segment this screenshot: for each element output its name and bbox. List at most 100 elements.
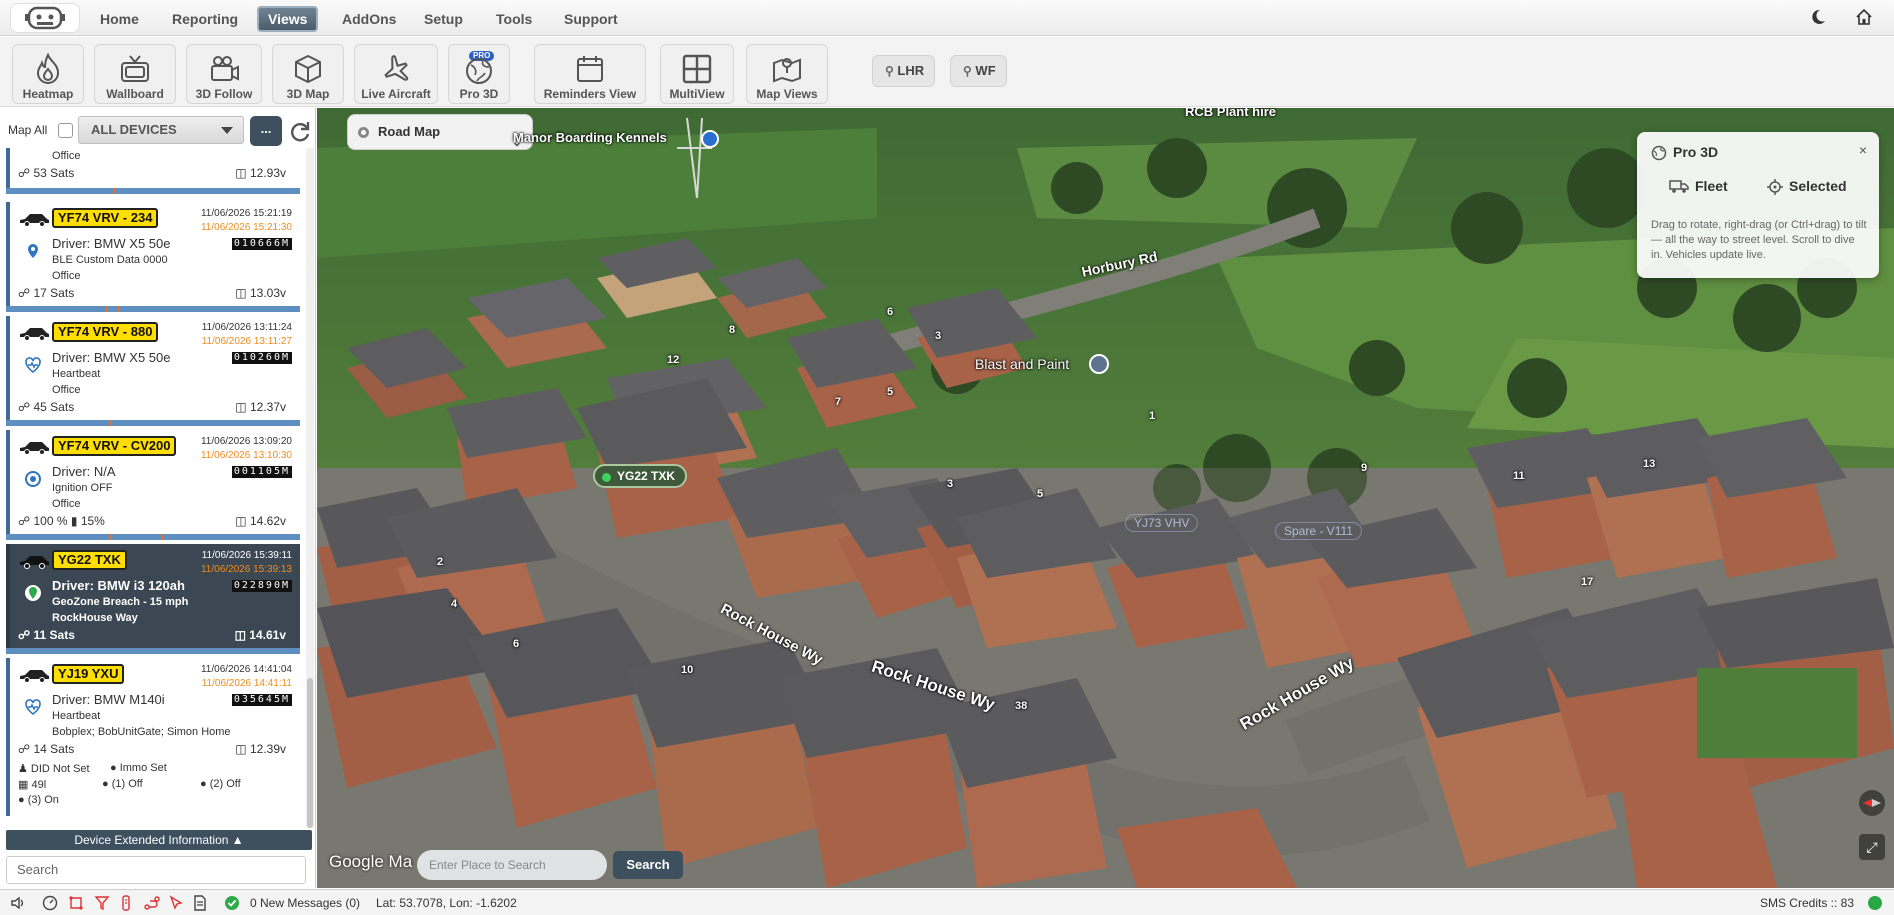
input-dot-icon: ●	[18, 794, 28, 806]
driver-name: Driver: BMW X5 50e	[52, 350, 171, 365]
live-aircraft-button[interactable]: Live Aircraft	[354, 44, 438, 104]
geozone-icon	[25, 585, 41, 601]
house-number: 13	[1643, 458, 1656, 470]
multiview-button[interactable]: MultiView	[660, 44, 734, 104]
did-status: ♟ DID Not Set	[18, 763, 90, 775]
device-progress-bar	[6, 306, 300, 312]
device-extended-info-toggle[interactable]: Device Extended Information ▲	[6, 830, 312, 850]
immobiliser-status: ● Immo Set	[110, 762, 167, 774]
car-icon	[20, 556, 49, 569]
ext-info-label: Device Extended Information	[74, 833, 229, 847]
fleet-button[interactable]: Fleet	[1669, 178, 1728, 194]
location-wf-button[interactable]: ⚲ WF	[950, 55, 1007, 87]
nav-setup[interactable]: Setup	[418, 6, 469, 32]
received-time: 11/06/2026 13:11:27	[201, 336, 292, 347]
device-filter-row: Map All ALL DEVICES ...	[0, 114, 316, 146]
vehicle-marker-faded[interactable]: YJ73 VHV	[1125, 514, 1199, 532]
more-options-button[interactable]: ...	[250, 116, 282, 146]
device-search-input[interactable]: Search	[6, 856, 306, 884]
device-card[interactable]: YJ19 YXU 11/06/2026 14:41:04 11/06/2026 …	[6, 658, 300, 816]
poi-lock-icon[interactable]	[701, 130, 719, 148]
ignition-off-icon	[25, 471, 41, 487]
moon-icon[interactable]	[1808, 8, 1828, 28]
last-update-time: 11/06/2026 14:41:04	[200, 664, 292, 675]
speaker-icon[interactable]	[10, 895, 26, 911]
house-number: 3	[947, 478, 954, 490]
home-icon[interactable]	[1854, 8, 1874, 28]
device-group-select[interactable]: ALL DEVICES	[78, 116, 244, 144]
messages-status[interactable]: 0 New Messages (0)	[250, 896, 360, 910]
device-card-partial[interactable]: Office ☍ 53 Sats ◫ 12.93v	[6, 148, 300, 194]
filter-icon[interactable]	[94, 895, 110, 911]
car-icon	[20, 328, 49, 341]
device-event: Ignition OFF	[52, 482, 113, 494]
selected-button[interactable]: Selected	[1767, 178, 1847, 195]
wallboard-button[interactable]: Wallboard	[94, 44, 176, 104]
device-card-selected[interactable]: YG22 TXK 11/06/2026 15:39:11 11/06/2026 …	[6, 544, 300, 654]
odometer: 010666M	[231, 238, 292, 250]
nav-tools[interactable]: Tools	[490, 6, 538, 32]
device-progress-bar	[6, 648, 300, 654]
map-type-select[interactable]: Road Map ⌄	[347, 114, 533, 150]
fullscreen-icon[interactable]: ⤢	[1859, 834, 1885, 860]
place-search-input[interactable]: Enter Place to Search	[417, 850, 607, 880]
3d-follow-button[interactable]: 3D Follow	[186, 44, 262, 104]
nav-reporting[interactable]: Reporting	[166, 6, 244, 32]
device-event: GeoZone Breach - 15 mph	[52, 596, 189, 608]
last-update-time: 11/06/2026 15:21:19	[200, 208, 292, 219]
map-3d-view[interactable]: Road Map ⌄ Manor Boarding Kennels RCB Pl…	[317, 108, 1894, 888]
heatmap-icon	[36, 53, 60, 84]
compass-icon[interactable]	[1859, 790, 1885, 816]
person-icon: ♟	[18, 763, 31, 775]
document-icon[interactable]	[192, 895, 208, 911]
place-search-button[interactable]: Search	[613, 851, 683, 879]
device-list[interactable]: Office ☍ 53 Sats ◫ 12.93v YF74 VRV - 234…	[0, 148, 308, 830]
live-aircraft-label: Live Aircraft	[361, 87, 431, 101]
nav-home[interactable]: Home	[94, 6, 145, 32]
3d-map-button[interactable]: 3D Map	[272, 44, 344, 104]
vehicle-marker-faded[interactable]: Spare - V111	[1275, 522, 1362, 540]
satellite-icon: ☍	[18, 628, 34, 642]
speedometer-icon[interactable]	[42, 895, 58, 911]
received-time: 11/06/2026 13:10:30	[200, 450, 292, 461]
app-logo[interactable]	[10, 3, 80, 33]
device-list-scroll-thumb[interactable]	[307, 678, 313, 828]
vehicle-marker[interactable]: YG22 TXK	[593, 464, 688, 488]
reminders-view-button[interactable]: Reminders View	[534, 44, 646, 104]
location-lhr-button[interactable]: ⚲ LHR	[872, 55, 936, 87]
3d-map-label: 3D Map	[286, 87, 330, 101]
connection-status-dot	[1868, 896, 1882, 910]
geofence-icon[interactable]	[68, 895, 84, 911]
status-bar: 0 New Messages (0) Lat: 53.7078, Lon: -1…	[0, 889, 1894, 915]
route-icon[interactable]	[144, 895, 160, 911]
registration-plate: YJ19 YXU	[52, 664, 125, 684]
heatmap-button[interactable]: Heatmap	[12, 44, 84, 104]
device-card[interactable]: YF74 VRV - 234 11/06/2026 15:21:19 11/06…	[6, 202, 300, 312]
close-icon[interactable]: ×	[1859, 142, 1867, 158]
nav-views[interactable]: Views	[257, 6, 319, 32]
heartbeat-icon	[25, 357, 41, 373]
calendar-icon	[577, 56, 603, 82]
nav-addons[interactable]: AddOns	[336, 6, 402, 32]
nav-support[interactable]: Support	[558, 6, 624, 32]
cursor-icon[interactable]	[168, 895, 184, 911]
refresh-icon[interactable]	[288, 120, 312, 144]
received-time: 11/06/2026 15:39:13	[200, 564, 292, 575]
tv-icon	[121, 55, 149, 82]
device-panel: Map All ALL DEVICES ... Office ☍ 53 Sats…	[0, 108, 316, 888]
device-card[interactable]: YF74 VRV - CV200 11/06/2026 13:09:20 11/…	[6, 430, 300, 540]
map-views-button[interactable]: Map Views	[746, 44, 828, 104]
poi-marker-icon[interactable]	[1089, 354, 1109, 374]
device-location: Office	[52, 498, 81, 510]
device-event: BLE Custom Data 0000	[52, 254, 168, 266]
device-progress-bar	[6, 420, 300, 426]
device-event: Heartbeat	[52, 710, 101, 722]
vehicle-marker-label: YG22 TXK	[617, 469, 676, 483]
device-location: Office	[52, 150, 81, 162]
map-all-checkbox[interactable]	[58, 123, 73, 138]
device-card[interactable]: YF74 VRV - 880 11/06/2026 13:11:24 11/06…	[6, 316, 300, 426]
pro-3d-button[interactable]: PRO Pro 3D	[448, 44, 510, 104]
last-update-time: 11/06/2026 13:11:24	[201, 322, 292, 333]
temperature-icon[interactable]	[118, 895, 134, 911]
device-sats: ☍ 45 Sats	[18, 400, 75, 414]
